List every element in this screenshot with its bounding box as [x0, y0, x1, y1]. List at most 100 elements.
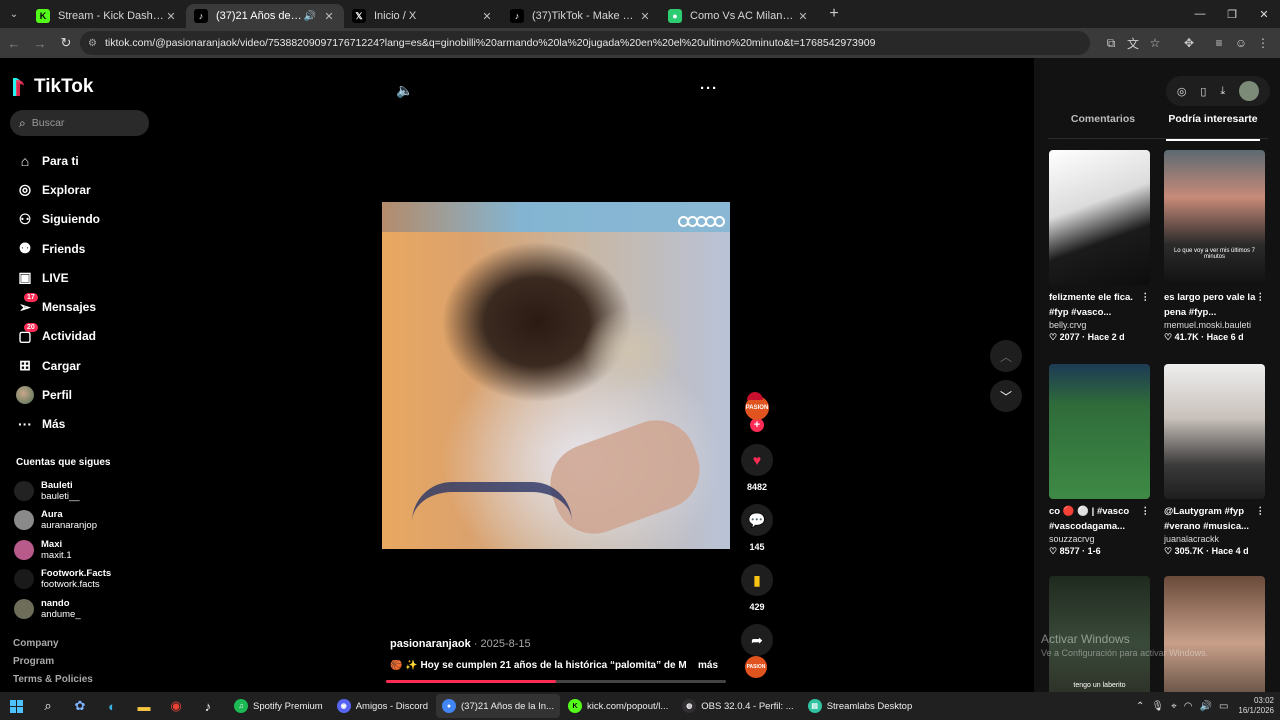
close-tab-icon[interactable]: ✕ [638, 10, 652, 23]
close-tab-icon[interactable]: ✕ [322, 10, 336, 23]
location-icon[interactable]: ⌖ [1171, 701, 1177, 712]
following-account[interactable]: Bauleti bauleti__ [14, 476, 111, 506]
taskbar-app[interactable]: ◍ OBS 32.0.4 - Perfil: ... [676, 694, 799, 718]
volume-tray-icon[interactable]: 🔊 [1200, 701, 1212, 712]
footer-link[interactable]: Program [13, 656, 93, 674]
nav-item-mensajes[interactable]: ➢ 17 Mensajes [16, 292, 100, 321]
nav-item-explorar[interactable]: ◎ Explorar [16, 175, 100, 204]
nav-item-para-ti[interactable]: ⌂ Para ti [16, 146, 100, 175]
video-thumbnail[interactable] [1049, 364, 1150, 499]
battery-icon[interactable]: ▭ [1219, 701, 1228, 712]
device-icon[interactable]: ▯ [1200, 85, 1206, 98]
forward-button[interactable]: → [28, 36, 52, 51]
taskbar-app[interactable]: Kkick.com/popout/l... [562, 694, 674, 718]
file-explorer-icon[interactable]: ▬ [128, 692, 160, 720]
creator-avatar[interactable]: PASION [745, 392, 769, 420]
profile-icon[interactable]: ☺ [1230, 36, 1252, 50]
video-player[interactable] [382, 202, 730, 549]
following-account[interactable]: Footwork.Facts footwork.facts [14, 565, 111, 595]
nav-item-perfil[interactable]: Perfil [16, 380, 100, 409]
tab-audio-icon[interactable]: 🔊 [304, 11, 316, 22]
nav-item-siguiendo[interactable]: ⚇ Siguiendo [16, 205, 100, 234]
browser-tab[interactable]: K Stream - Kick Dashboard✕ [28, 4, 186, 28]
share-button[interactable]: ➦ [741, 624, 773, 656]
site-info-icon[interactable]: ⚙ [88, 38, 97, 49]
chrome-icon[interactable]: ◉ [160, 692, 192, 720]
card-username[interactable]: souzzacrvg [1049, 534, 1150, 544]
back-button[interactable]: ← [2, 36, 26, 51]
search-input[interactable] [31, 117, 132, 129]
browser-tab[interactable]: 𝕏 Inicio / X ✕ [344, 4, 502, 28]
close-tab-icon[interactable]: ✕ [796, 10, 810, 23]
comment-button[interactable]: 💬 [741, 504, 773, 536]
search-box[interactable]: ⌕ [10, 110, 149, 136]
minimize-button[interactable]: — [1184, 0, 1216, 28]
card-username[interactable]: memuel.moski.bauleti [1164, 320, 1265, 330]
panel-tab[interactable]: Comentarios [1048, 113, 1158, 135]
recommended-video-card[interactable]: felizmente ele fica. #fyp #vasco... ⋮ bell… [1049, 150, 1150, 343]
video-progress-bar[interactable] [386, 680, 726, 683]
card-more-icon[interactable]: ⋮ [1141, 504, 1151, 519]
microphone-icon[interactable]: 🎙 [1151, 701, 1164, 712]
explore-icon[interactable]: ◎ [1177, 85, 1187, 98]
restore-button[interactable]: ❐ [1216, 0, 1248, 28]
new-tab-button[interactable]: + [822, 5, 846, 23]
copilot-icon[interactable]: ✿ [64, 692, 96, 720]
nav-item-cargar[interactable]: ⊞ Cargar [16, 351, 100, 380]
nav-item-más[interactable]: ··· Más [16, 410, 100, 439]
music-disc-avatar[interactable]: PASION [745, 656, 767, 678]
follow-plus-button[interactable]: + [750, 418, 764, 432]
nav-item-actividad[interactable]: ▢ 20 Actividad [16, 322, 100, 351]
more-link[interactable]: más [698, 660, 718, 671]
footer-link[interactable]: Company [13, 638, 93, 656]
browser-tab[interactable]: ● Como Vs AC Milan - Resultado✕ [660, 4, 818, 28]
following-account[interactable]: Aura auranaranjop [14, 506, 111, 536]
card-more-icon[interactable]: ⋮ [1256, 504, 1266, 519]
browser-tab[interactable]: ♪ (37)21 Años de la Inolvidable🔊 ✕ [186, 4, 344, 28]
translate-icon[interactable]: 文 [1122, 35, 1144, 52]
video-thumbnail[interactable] [1164, 576, 1265, 711]
next-video-button[interactable]: ﹀ [990, 380, 1022, 412]
tray-chevron-icon[interactable]: ⌃ [1136, 701, 1144, 712]
tiktok-logo[interactable]: TikTok [10, 76, 93, 98]
address-bar[interactable]: ⚙ tiktok.com/@pasionaranjaok/video/75388… [80, 31, 1090, 55]
edge-icon[interactable]: ◐ [96, 692, 128, 720]
media-control-icon[interactable]: ≡ [1208, 36, 1230, 50]
panel-tab[interactable]: Podría interesarte [1158, 113, 1268, 141]
start-button[interactable] [0, 699, 32, 713]
following-account[interactable]: Maxi maxit.1 [14, 535, 111, 565]
card-more-icon[interactable]: ⋮ [1256, 290, 1266, 305]
install-app-icon[interactable]: ⧉ [1100, 36, 1122, 51]
nav-item-friends[interactable]: ⚉ Friends [16, 234, 100, 263]
download-icon[interactable]: ⤓ [1220, 85, 1225, 98]
close-tab-icon[interactable]: ✕ [164, 10, 178, 23]
save-button[interactable]: ▮ [741, 564, 773, 596]
wifi-icon[interactable]: ◠ [1184, 701, 1193, 712]
tiktok-app-icon[interactable]: ♪ [192, 692, 224, 720]
nav-item-live[interactable]: ▣ LIVE [16, 263, 100, 292]
reload-button[interactable]: ↻ [54, 35, 78, 51]
card-username[interactable]: belly.crvg [1049, 320, 1150, 330]
taskbar-app[interactable]: ♫ Spotify Premium [228, 694, 329, 718]
following-account[interactable]: nando andume_ [14, 594, 111, 624]
video-thumbnail[interactable] [1049, 150, 1150, 285]
card-username[interactable]: juanalacrackk [1164, 534, 1265, 544]
close-tab-icon[interactable]: ✕ [480, 10, 494, 23]
user-avatar[interactable] [1239, 81, 1260, 101]
close-window-button[interactable]: ✕ [1248, 0, 1280, 28]
recommended-video-card[interactable]: Lo que voy a ver mis últimos 7 minutos es… [1164, 150, 1265, 343]
taskbar-app[interactable]: ◉ Amigos - Discord [331, 694, 434, 718]
clock[interactable]: 03:02 16/1/2026 [1238, 696, 1274, 716]
browser-tab[interactable]: ♪ (37)TikTok - Make Your Day✕ [502, 4, 660, 28]
more-options-icon[interactable]: ··· [700, 80, 718, 97]
extensions-icon[interactable]: ✥ [1178, 36, 1200, 50]
volume-icon[interactable]: 🔈 [396, 82, 413, 99]
recommended-video-card[interactable] [1164, 576, 1265, 711]
card-more-icon[interactable]: ⋮ [1141, 290, 1151, 305]
bookmark-star-icon[interactable]: ☆ [1144, 36, 1166, 50]
footer-link[interactable]: Terms & Policies [13, 674, 93, 692]
video-thumbnail[interactable] [1164, 364, 1265, 499]
author-name[interactable]: pasionaranjaok [390, 638, 471, 650]
search-taskbar-icon[interactable]: ⌕ [32, 692, 64, 720]
recommended-video-card[interactable]: co 🔴 ⚪ | #vasco #vascodagama... ⋮ souzzacr… [1049, 364, 1150, 557]
